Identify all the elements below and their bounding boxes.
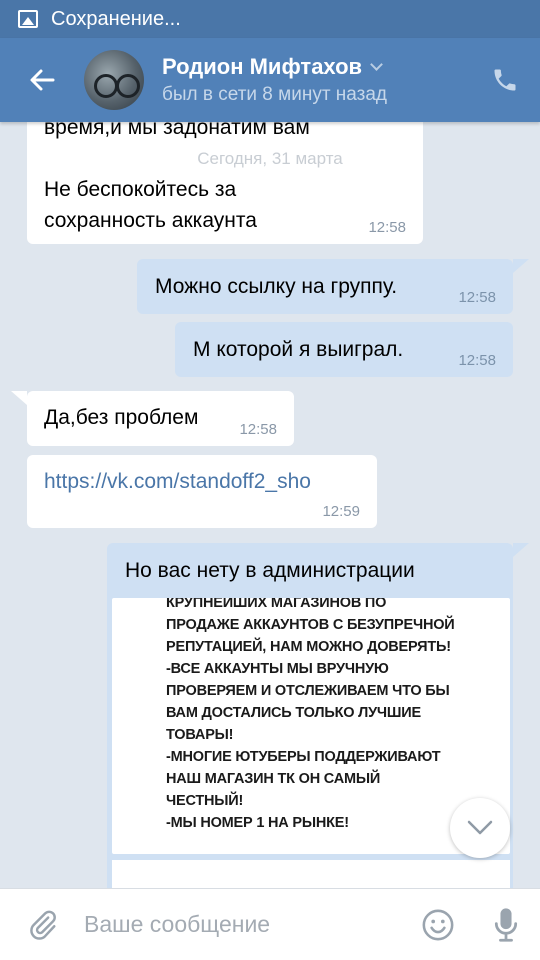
bubble-tail [11, 391, 27, 405]
attached-image[interactable]: КРУПНЕЙШИХ МАГАЗИНОВ ПО ПРОДАЖЕ АККАУНТО… [112, 598, 510, 854]
chevron-down-icon [370, 57, 383, 71]
contact-name: Родион Мифтахов [162, 54, 470, 80]
attached-image-text: КРУПНЕЙШИХ МАГАЗИНОВ ПО ПРОДАЖЕ АККАУНТО… [166, 598, 455, 831]
message-text: Да,без проблем [44, 406, 199, 429]
message-text-line: сохранность аккаунта [44, 209, 257, 232]
microphone-icon [494, 907, 518, 942]
message-input[interactable] [84, 911, 404, 938]
phone-icon [494, 69, 516, 91]
bubble-tail [513, 259, 529, 273]
message-outgoing[interactable]: М которой я выиграл. 12:58 [175, 322, 513, 377]
message-list[interactable]: время,и мы задонатим вам Не беспокойтесь… [0, 122, 540, 888]
bubble-tail [513, 543, 529, 557]
date-separator: Сегодня, 31 марта [166, 138, 374, 180]
attached-image-footer [112, 860, 510, 888]
status-bar: Сохранение... [0, 0, 540, 38]
image-icon [18, 10, 38, 28]
attach-button[interactable] [0, 889, 84, 960]
message-composer [0, 888, 540, 960]
smile-icon [422, 909, 454, 940]
voice-button[interactable] [472, 889, 540, 960]
message-time: 12:58 [458, 289, 496, 306]
chevron-down-icon [467, 820, 493, 835]
contact-info[interactable]: Родион Мифтахов был в сети 8 минут назад [162, 54, 470, 106]
call-button[interactable] [470, 38, 540, 122]
scroll-down-button[interactable] [450, 798, 510, 858]
emoji-button[interactable] [404, 889, 472, 960]
message-text: Но вас нету в администрации [125, 559, 415, 582]
chat-header: Родион Мифтахов был в сети 8 минут назад [0, 38, 540, 122]
back-button[interactable] [0, 38, 84, 122]
status-bar-text: Сохранение... [51, 7, 181, 30]
message-time: 12:59 [322, 503, 360, 520]
arrow-left-icon [30, 69, 55, 91]
contact-status: был в сети 8 минут назад [162, 84, 388, 105]
message-time: 12:58 [458, 352, 496, 369]
paperclip-icon [30, 910, 56, 940]
message-text: М которой я выиграл. [193, 338, 404, 361]
message-link[interactable]: https://vk.com/standoff2_sho [44, 470, 311, 494]
message-incoming[interactable]: https://vk.com/standoff2_sho 12:59 [27, 455, 377, 528]
contact-name-text: Родион Мифтахов [162, 54, 363, 79]
message-outgoing[interactable]: Можно ссылку на группу. 12:58 [137, 259, 513, 314]
message-incoming[interactable]: Да,без проблем 12:58 [27, 391, 294, 446]
avatar[interactable] [84, 50, 144, 110]
message-time: 12:58 [368, 219, 406, 236]
message-text: Можно ссылку на группу. [155, 275, 398, 298]
message-time: 12:58 [239, 421, 277, 438]
